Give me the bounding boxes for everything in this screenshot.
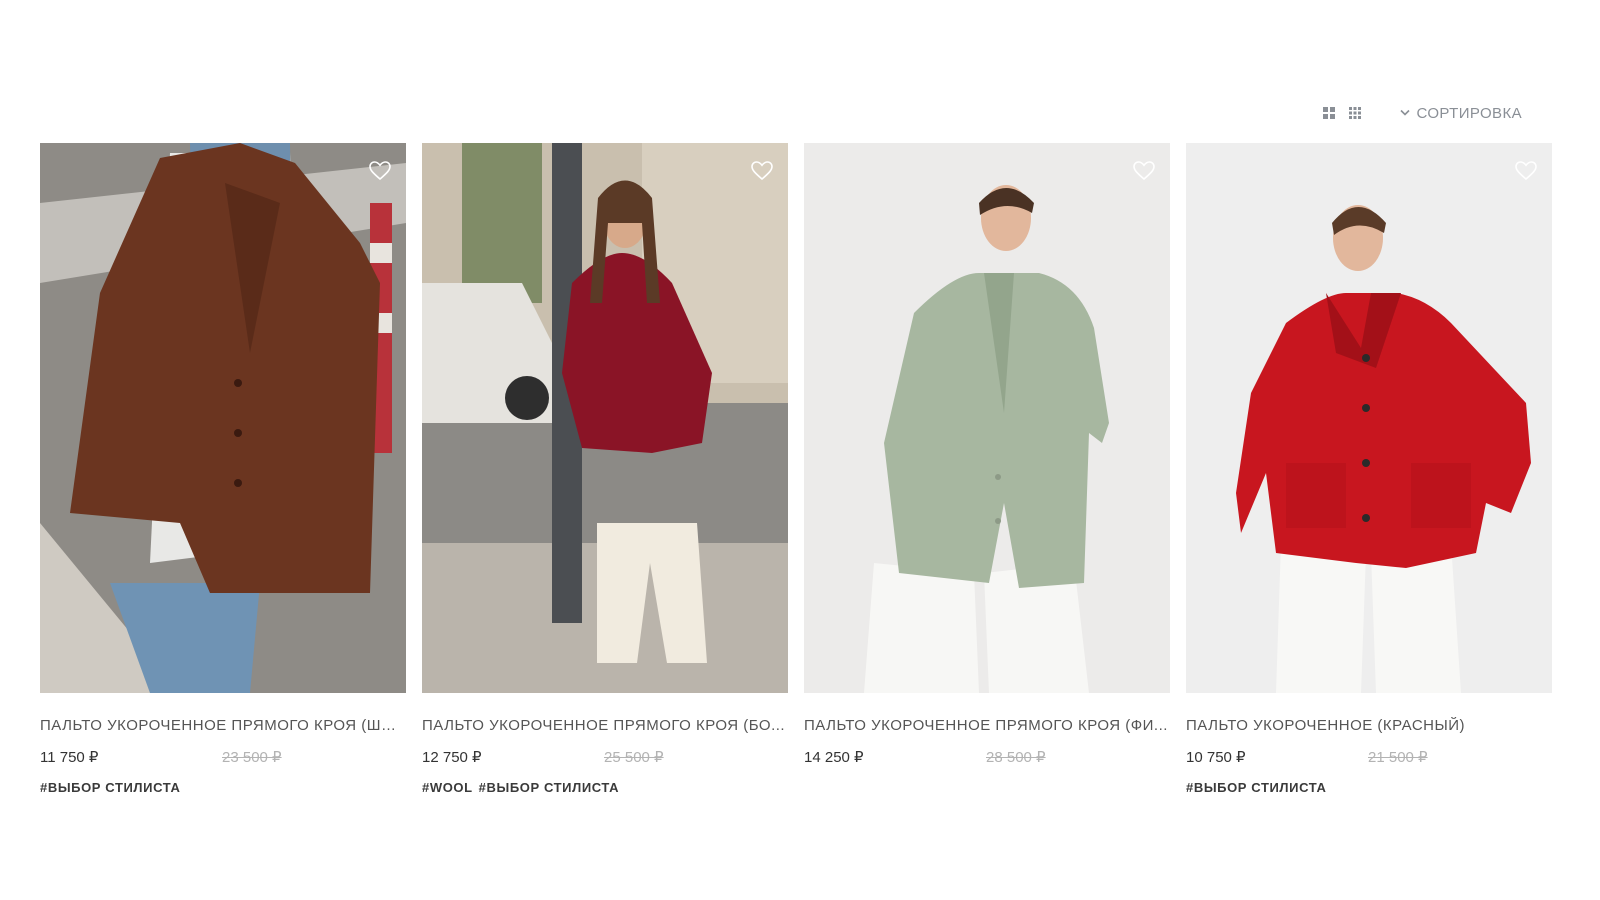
product-photo[interactable] <box>422 143 788 693</box>
heart-outline-icon[interactable] <box>368 159 392 183</box>
product-old-price: 25 500 ₽ <box>604 749 664 766</box>
heart-outline-icon[interactable] <box>1514 159 1538 183</box>
grid-3x3-icon[interactable] <box>1348 106 1362 120</box>
product-old-price: 21 500 ₽ <box>1368 749 1428 766</box>
sort-label: СОРТИРОВКА <box>1416 104 1522 122</box>
product-price: 11 750 ₽ <box>40 749 99 766</box>
sort-button[interactable]: СОРТИРОВКА <box>1400 105 1522 122</box>
chevron-down-icon <box>1400 109 1411 116</box>
product-image-sage-coat <box>804 143 1170 693</box>
product-tags: #WOOL #ВЫБОР СТИЛИСТА <box>422 780 788 795</box>
product-prices: 12 750 ₽ 25 500 ₽ <box>422 748 788 766</box>
product-old-price: 28 500 ₽ <box>986 749 1046 766</box>
product-image-burgundy-coat <box>422 143 788 693</box>
product-photo[interactable] <box>804 143 1170 693</box>
product-title[interactable]: ПАЛЬТО УКОРОЧЕННОЕ ПРЯМОГО КРОЯ (БО... <box>422 717 788 734</box>
product-card[interactable]: ПАЛЬТО УКОРОЧЕННОЕ ПРЯМОГО КРОЯ (ФИ... 1… <box>804 143 1170 795</box>
product-title[interactable]: ПАЛЬТО УКОРОЧЕННОЕ ПРЯМОГО КРОЯ (ФИ... <box>804 717 1170 734</box>
product-card[interactable]: ПАЛЬТО УКОРОЧЕННОЕ ПРЯМОГО КРОЯ (ШО... 1… <box>40 143 406 795</box>
product-card[interactable]: ПАЛЬТО УКОРОЧЕННОЕ ПРЯМОГО КРОЯ (БО... 1… <box>422 143 788 795</box>
product-photo[interactable] <box>40 143 406 693</box>
product-prices: 11 750 ₽ 23 500 ₽ <box>40 748 406 766</box>
product-price: 14 250 ₽ <box>804 749 864 766</box>
product-photo[interactable] <box>1186 143 1552 693</box>
product-tags: #ВЫБОР СТИЛИСТА <box>1186 780 1552 795</box>
product-prices: 14 250 ₽ 28 500 ₽ <box>804 748 1170 766</box>
product-tag[interactable]: #ВЫБОР СТИЛИСТА <box>479 780 619 795</box>
product-tag[interactable]: #ВЫБОР СТИЛИСТА <box>1186 780 1326 795</box>
catalog-toolbar: СОРТИРОВКА <box>1322 100 1522 126</box>
grid-2x2-icon[interactable] <box>1322 106 1336 120</box>
product-image-red-coat <box>1186 143 1552 693</box>
product-title[interactable]: ПАЛЬТО УКОРОЧЕННОЕ ПРЯМОГО КРОЯ (ШО... <box>40 717 406 734</box>
product-price: 10 750 ₽ <box>1186 749 1246 766</box>
product-tag[interactable]: #WOOL <box>422 780 473 795</box>
product-title[interactable]: ПАЛЬТО УКОРОЧЕННОЕ (КРАСНЫЙ) <box>1186 717 1552 734</box>
product-card[interactable]: ПАЛЬТО УКОРОЧЕННОЕ (КРАСНЫЙ) 10 750 ₽ 21… <box>1186 143 1552 795</box>
product-prices: 10 750 ₽ 21 500 ₽ <box>1186 748 1552 766</box>
product-tags: #ВЫБОР СТИЛИСТА <box>40 780 406 795</box>
product-grid: ПАЛЬТО УКОРОЧЕННОЕ ПРЯМОГО КРОЯ (ШО... 1… <box>40 143 1552 795</box>
product-old-price: 23 500 ₽ <box>222 749 282 766</box>
heart-outline-icon[interactable] <box>750 159 774 183</box>
heart-outline-icon[interactable] <box>1132 159 1156 183</box>
product-tag[interactable]: #ВЫБОР СТИЛИСТА <box>40 780 180 795</box>
product-price: 12 750 ₽ <box>422 749 482 766</box>
product-image-brown-coat <box>40 143 406 693</box>
